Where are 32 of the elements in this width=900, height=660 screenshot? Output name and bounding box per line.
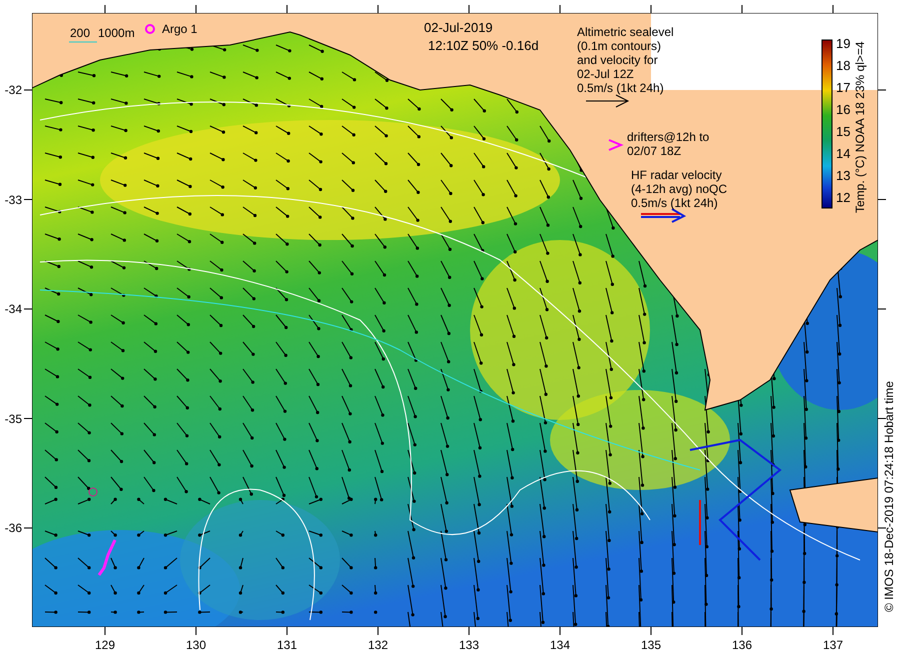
map-time-info: 12:10Z 50% -0.16d: [428, 38, 539, 53]
x-axis-label: 135: [640, 638, 662, 652]
depth-label: 200: [70, 26, 90, 40]
x-axis-label: 137: [822, 638, 844, 652]
drifter-legend: drifters@12h to 02/07 18Z: [627, 130, 710, 158]
colorbar-label: 13: [836, 169, 850, 183]
depth-label: 1000m: [98, 26, 135, 40]
altimetry-legend: Altimetric sealevel (0.1m contours) and velocity for 02-Jul 12Z 0.5m/s (1kt 24h): [577, 25, 674, 95]
x-axis-label: 131: [276, 638, 298, 652]
x-axis-label: 136: [730, 638, 754, 652]
x-axis-label: 134: [548, 638, 572, 652]
y-axis-label: -34: [4, 302, 22, 316]
colorbar-label: 12: [836, 191, 850, 205]
y-axis-label: -33: [4, 192, 22, 206]
credit-text: © IMOS 18-Dec-2019 07:24:18 Hobart time: [882, 381, 896, 612]
map-date: 02-Jul-2019: [424, 20, 493, 35]
colorbar-label: 15: [836, 125, 850, 139]
colorbar-label: 19: [836, 37, 850, 51]
radar-legend: HF radar velocity (4-12h avg) noQC 0.5m/s (1kt 24h): [631, 168, 728, 210]
y-axis-label: -32: [4, 83, 22, 97]
colorbar-label: 18: [836, 59, 850, 73]
y-axis-label: -36: [4, 521, 22, 535]
x-axis-label: 130: [184, 638, 208, 652]
x-axis-label: 133: [458, 638, 480, 652]
colorbar-label: 17: [836, 81, 850, 95]
x-axis-label: 129: [94, 638, 116, 652]
colorbar-title: Temp. (°C) NOAA 18 23% ql>=4: [853, 41, 867, 213]
colorbar-label: 14: [836, 147, 850, 161]
x-axis-label: 132: [366, 638, 390, 652]
colorbar-label: 16: [836, 103, 850, 117]
y-axis-label: -35: [4, 412, 22, 426]
argo-label: Argo 1: [162, 22, 198, 36]
